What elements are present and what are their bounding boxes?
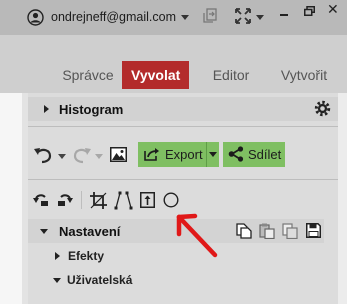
user-presets-collapse-icon[interactable] — [53, 278, 61, 283]
tab-library[interactable]: Správce — [58, 61, 118, 89]
tab-create[interactable]: Vytvořit — [274, 61, 334, 89]
paste-settings-icon[interactable] — [259, 223, 275, 239]
export-divider — [206, 142, 207, 167]
rotate-right-icon[interactable] — [57, 192, 73, 207]
settings-collapse-icon[interactable] — [40, 229, 48, 234]
user-presets-item[interactable]: Uživatelská — [67, 273, 132, 287]
fullscreen-icon[interactable] — [234, 7, 252, 25]
divider — [28, 126, 338, 127]
annotation-arrow — [176, 213, 218, 258]
effects-item[interactable]: Efekty — [68, 249, 104, 263]
export-chevron-down-icon[interactable] — [209, 152, 217, 158]
redo-history-chevron-icon[interactable] — [95, 154, 103, 160]
toolbar-divider — [81, 191, 82, 209]
save-preset-icon[interactable] — [306, 223, 321, 238]
tab-editor[interactable]: Editor — [208, 61, 254, 89]
export-button[interactable]: Export — [138, 142, 219, 167]
paste-selected-settings-icon[interactable] — [282, 223, 298, 239]
user-account-icon[interactable] — [27, 9, 44, 26]
share-label: Sdílet — [248, 147, 282, 162]
left-image-area — [0, 93, 22, 304]
divider — [28, 179, 338, 180]
export-icon — [144, 148, 159, 161]
settings-label: Nastavení — [59, 224, 121, 239]
perspective-icon[interactable] — [114, 191, 133, 210]
panel-scrollbar[interactable] — [338, 93, 347, 304]
account-email[interactable]: ondrejneff@gmail.com — [51, 10, 176, 24]
histogram-expand-icon[interactable] — [44, 105, 49, 113]
account-chevron-down-icon[interactable] — [181, 15, 189, 21]
straighten-icon[interactable] — [140, 192, 155, 208]
fullscreen-chevron-down-icon[interactable] — [256, 15, 264, 21]
export-label: Export — [165, 147, 203, 162]
histogram-label: Histogram — [59, 102, 124, 117]
crop-icon[interactable] — [90, 192, 107, 209]
effects-expand-icon[interactable] — [55, 252, 60, 260]
share-icon — [228, 146, 244, 162]
copy-settings-icon[interactable] — [236, 223, 252, 239]
sync-icon[interactable] — [203, 6, 219, 24]
close-window-icon[interactable]: ✕ — [327, 2, 341, 16]
gear-icon[interactable] — [314, 100, 331, 117]
share-button[interactable]: Sdílet — [223, 142, 285, 167]
tab-develop[interactable]: Vyvolat — [122, 61, 190, 89]
image-preview-icon[interactable] — [110, 147, 127, 162]
undo-icon[interactable] — [33, 146, 53, 164]
module-tabs-bar: Správce Vyvolat Editor Vytvořit — [0, 35, 347, 93]
restore-window-icon[interactable] — [304, 6, 315, 16]
undo-history-chevron-icon[interactable] — [58, 154, 66, 160]
redo-icon[interactable] — [72, 146, 92, 164]
rotate-left-icon[interactable] — [33, 192, 49, 207]
minimize-button[interactable] — [280, 14, 288, 16]
